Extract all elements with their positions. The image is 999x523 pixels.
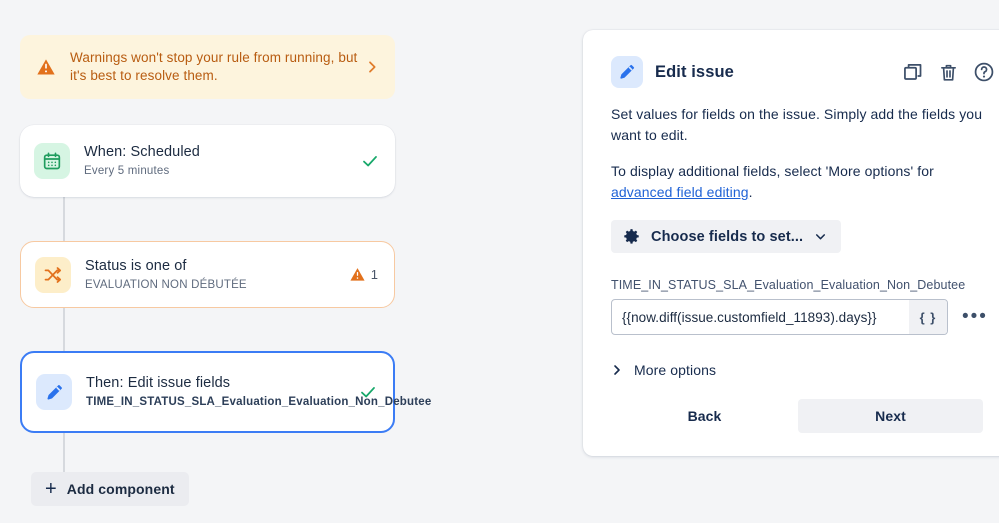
panel-description-1: Set values for fields on the issue. Simp…	[611, 104, 983, 146]
rule-builder-column: Warnings won't stop your rule from runni…	[0, 0, 560, 523]
back-button[interactable]: Back	[611, 399, 798, 433]
edit-issue-panel: Edit issue	[583, 30, 999, 456]
warning-badge: 1	[349, 266, 378, 283]
choose-fields-label: Choose fields to set...	[651, 229, 803, 245]
calendar-icon	[34, 143, 70, 179]
screen-root: Warnings won't stop your rule from runni…	[0, 0, 999, 523]
field-label: TIME_IN_STATUS_SLA_Evaluation_Evaluation…	[611, 278, 995, 292]
rule-card-body: When: Scheduled Every 5 minutes	[84, 143, 351, 179]
panel-description-2: To display additional fields, select 'Mo…	[611, 161, 983, 203]
panel-title: Edit issue	[655, 63, 902, 82]
check-icon	[361, 152, 379, 170]
rule-card-subtitle: TIME_IN_STATUS_SLA_Evaluation_Evaluation…	[86, 394, 349, 410]
help-icon[interactable]	[973, 61, 995, 83]
rule-card-body: Status is one of EVALUATION NON DÉBUTÉE	[85, 257, 339, 293]
field-row: {{now.diff(issue.customfield_11893).days…	[611, 299, 995, 335]
rule-card-title: When: Scheduled	[84, 143, 351, 162]
add-component-button[interactable]: + Add component	[31, 472, 189, 506]
rule-card-then-edit-issue-fields[interactable]: Then: Edit issue fields TIME_IN_STATUS_S…	[20, 351, 395, 433]
trash-icon[interactable]	[938, 62, 959, 83]
warning-count-label: 1	[371, 267, 378, 282]
chevron-right-icon	[611, 364, 623, 376]
description-prefix: To display additional fields, select 'Mo…	[611, 163, 934, 179]
connector-line-1	[63, 196, 65, 242]
field-value-text: {{now.diff(issue.customfield_11893).days…	[622, 310, 909, 325]
more-options-label: More options	[634, 362, 716, 378]
warning-banner[interactable]: Warnings won't stop your rule from runni…	[20, 35, 395, 99]
pencil-icon	[36, 374, 72, 410]
rule-card-status-is-one-of[interactable]: Status is one of EVALUATION NON DÉBUTÉE …	[20, 241, 395, 308]
description-suffix: .	[749, 184, 753, 200]
check-icon	[359, 383, 377, 401]
connector-line-2	[63, 307, 65, 351]
plus-icon: +	[45, 479, 57, 499]
connector-line-3	[63, 433, 65, 473]
rule-card-status	[359, 383, 377, 401]
rule-card-subtitle: Every 5 minutes	[84, 163, 351, 179]
rule-card-title: Then: Edit issue fields	[86, 374, 349, 393]
panel-actions	[902, 61, 995, 83]
rule-card-body: Then: Edit issue fields TIME_IN_STATUS_S…	[86, 374, 349, 410]
warning-triangle-icon	[349, 266, 366, 283]
rule-card-subtitle: EVALUATION NON DÉBUTÉE	[85, 277, 339, 293]
rule-card-status: 1	[349, 266, 378, 283]
smart-value-input[interactable]: {{now.diff(issue.customfield_11893).days…	[611, 299, 948, 335]
more-options-toggle[interactable]: More options	[611, 362, 995, 378]
smart-value-braces-button[interactable]: { }	[909, 300, 947, 334]
warning-banner-text: Warnings won't stop your rule from runni…	[70, 49, 363, 85]
advanced-field-editing-link[interactable]: advanced field editing	[611, 184, 749, 200]
choose-fields-dropdown[interactable]: Choose fields to set...	[611, 220, 841, 253]
rule-card-status	[361, 152, 379, 170]
shuffle-icon	[35, 257, 71, 293]
warning-triangle-icon	[36, 57, 56, 77]
pencil-icon	[611, 56, 643, 88]
duplicate-icon[interactable]	[902, 61, 924, 83]
gear-icon	[623, 228, 640, 245]
field-more-menu-icon[interactable]: •••	[962, 312, 988, 322]
chevron-right-icon[interactable]	[363, 58, 381, 76]
panel-header: Edit issue	[611, 56, 995, 88]
rule-card-when-scheduled[interactable]: When: Scheduled Every 5 minutes	[20, 125, 395, 197]
rule-card-title: Status is one of	[85, 257, 339, 276]
add-component-label: Add component	[67, 481, 175, 497]
chevron-down-icon	[814, 230, 827, 243]
panel-footer: Back Next	[611, 399, 995, 433]
next-button[interactable]: Next	[798, 399, 983, 433]
